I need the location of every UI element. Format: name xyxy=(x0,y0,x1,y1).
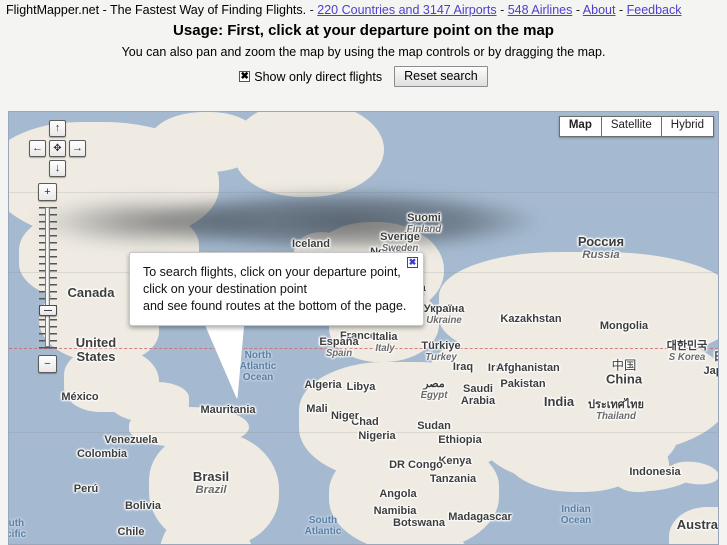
zoom-slider-track[interactable] xyxy=(45,207,50,347)
map-label: México xyxy=(61,391,99,404)
usage-subnote: You can also pan and zoom the map by usi… xyxy=(121,45,606,59)
map-label: SouthPacific xyxy=(9,518,27,540)
map-label: Tanzania xyxy=(429,473,477,486)
map-label: Pakistan xyxy=(500,378,546,391)
search-options-row: ✖ Show only direct flights Reset search xyxy=(0,66,727,87)
map-label: Algeria xyxy=(304,379,342,392)
separator-2: - xyxy=(500,3,505,17)
map-label: Afghanistan xyxy=(496,362,560,375)
site-tagline: FlightMapper.net - The Fastest Way of Fi… xyxy=(6,3,307,17)
map-label: Kazakhstan xyxy=(500,313,562,326)
map-label: Botswana xyxy=(393,517,445,530)
map-type-switcher[interactable]: Map Satellite Hybrid xyxy=(558,116,714,137)
map-label: Brasil Brazil xyxy=(192,468,230,496)
link-airlines[interactable]: 548 Airlines xyxy=(508,3,573,17)
zoom-out-icon[interactable]: − xyxy=(38,355,57,373)
zoom-control-group[interactable]: + − xyxy=(38,183,59,373)
map-label: Japa xyxy=(703,365,718,378)
map-label: Australi xyxy=(676,516,718,532)
separator-1: - xyxy=(309,3,314,17)
map-label: Suomi Finland xyxy=(406,211,442,235)
map-label: Colombia xyxy=(76,448,128,461)
bubble-line-2: click on your destination point xyxy=(143,282,307,296)
map-label: Indonesia xyxy=(629,466,681,479)
map-canvas[interactable]: Canada United States México Venezuela Colombi… xyxy=(9,112,718,544)
map-label: Türkiye Turkey xyxy=(421,339,461,363)
info-bubble: ✖ To search flights, click on your depar… xyxy=(129,252,424,326)
map-label: Saudi Arabia xyxy=(460,383,496,407)
map-label: Mongolia xyxy=(599,320,649,333)
map-label: Kenya xyxy=(438,455,472,468)
map-label: Sudan xyxy=(417,420,451,433)
link-about[interactable]: About xyxy=(583,3,616,17)
map-label: Iceland xyxy=(292,238,330,251)
map-label: Iraq xyxy=(452,361,474,374)
page-root: FlightMapper.net - The Fastest Way of Fi… xyxy=(0,0,727,545)
map-viewport[interactable]: Canada United States México Venezuela Colombi… xyxy=(8,111,719,545)
map-label: Россия Russia xyxy=(577,233,625,261)
map-label: Angola xyxy=(379,488,417,501)
reset-search-button[interactable]: Reset search xyxy=(394,66,488,87)
map-type-satellite[interactable]: Satellite xyxy=(601,117,662,136)
bubble-line-1: To search flights, click on your departu… xyxy=(143,265,401,279)
map-label: España Spain xyxy=(319,335,359,359)
map-label: ประเทศไทย Thailand xyxy=(587,398,645,422)
zoom-slider-handle[interactable] xyxy=(39,305,57,316)
map-label: Nigeria xyxy=(358,430,396,443)
separator-4: - xyxy=(618,3,624,17)
pan-up-icon[interactable]: ↑ xyxy=(49,120,66,137)
map-label: Perú xyxy=(73,483,99,496)
map-label: Sverige Sweden xyxy=(380,230,420,254)
map-label: Libya xyxy=(346,381,376,394)
link-feedback[interactable]: Feedback xyxy=(627,3,682,17)
map-label: Mauritania xyxy=(200,404,256,417)
pan-right-icon[interactable]: → xyxy=(69,140,86,157)
map-label: Ethiopia xyxy=(438,434,482,447)
map-label: Italia Italy xyxy=(372,330,398,354)
map-label: Україна Ukraine xyxy=(423,302,465,326)
map-label: Venezuela xyxy=(104,434,158,447)
bubble-line-3: and see found routes at the bottom of th… xyxy=(143,299,407,313)
separator-3: - xyxy=(575,3,580,17)
bubble-shadow-secondary xyxy=(29,196,279,248)
map-label: 日 xyxy=(714,351,719,364)
direct-flights-label[interactable]: Show only direct flights xyxy=(254,70,382,84)
map-label: Mali xyxy=(306,403,328,416)
map-label: 中国 China xyxy=(605,358,643,387)
map-label: Indian Ocean xyxy=(560,504,592,526)
landmass xyxy=(149,112,259,172)
map-label: Chile xyxy=(117,526,145,539)
usage-title: Usage: First, click at your departure po… xyxy=(173,22,554,39)
map-label: Bolivia xyxy=(124,500,162,513)
pan-control-group[interactable]: ↑ ← ✥ → ↓ xyxy=(29,120,87,178)
map-label: Canada xyxy=(67,284,115,300)
map-label: United States xyxy=(75,334,117,364)
zoom-in-icon[interactable]: + xyxy=(38,183,57,201)
map-label: India xyxy=(543,393,575,409)
top-navigation-bar: FlightMapper.net - The Fastest Way of Fi… xyxy=(0,0,727,20)
map-label: Madagascar xyxy=(448,511,512,524)
link-countries-airports[interactable]: 220 Countries and 3147 Airports xyxy=(317,3,496,17)
map-type-map[interactable]: Map xyxy=(559,117,602,136)
map-label: South Atlantic xyxy=(304,515,342,537)
map-type-hybrid[interactable]: Hybrid xyxy=(661,117,713,136)
pan-down-icon[interactable]: ↓ xyxy=(49,160,66,177)
map-label: مصر Egypt xyxy=(420,377,448,401)
center-map-icon[interactable]: ✥ xyxy=(49,140,66,157)
close-icon[interactable]: ✖ xyxy=(407,257,418,268)
map-label: DR Congo xyxy=(389,459,443,472)
pan-left-icon[interactable]: ← xyxy=(29,140,46,157)
map-label: Niger xyxy=(330,410,360,423)
map-label: North Atlantic Ocean xyxy=(239,349,277,383)
map-label: 대한민국 S Korea xyxy=(666,339,708,363)
direct-flights-checkbox[interactable]: ✖ xyxy=(239,71,251,82)
